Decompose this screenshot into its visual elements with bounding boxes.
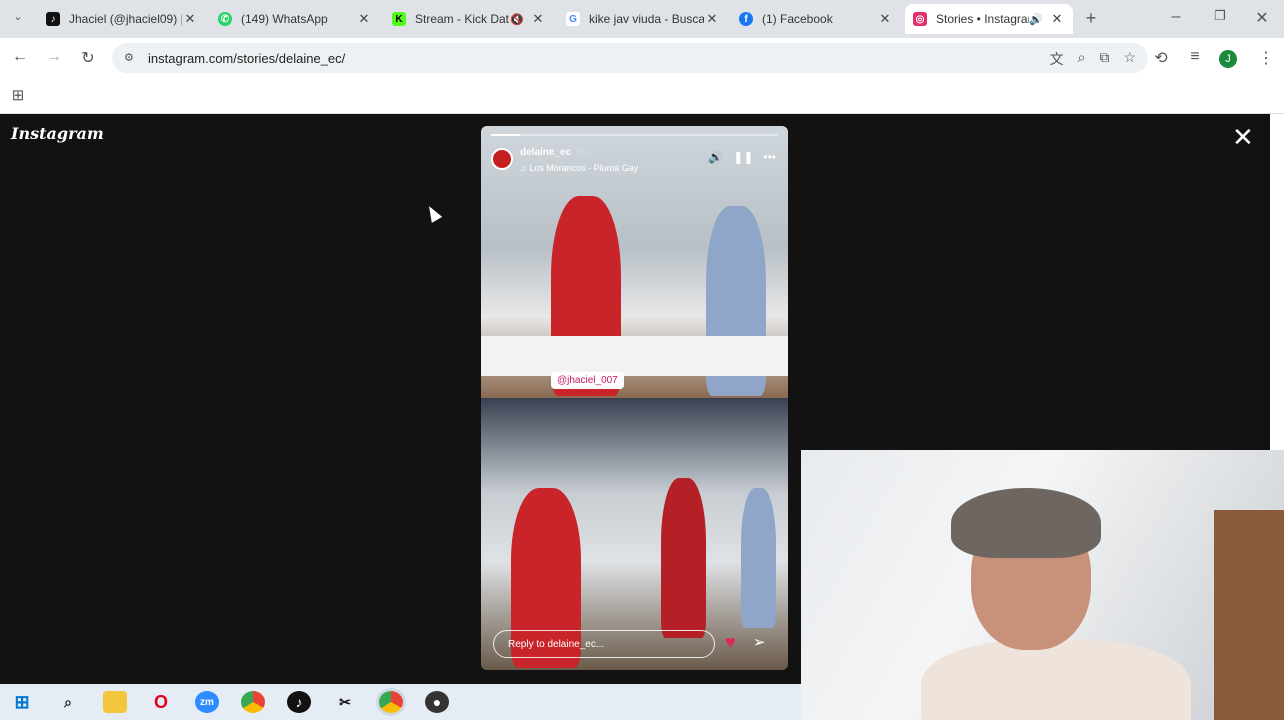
tab-tiktok[interactable]: ♪ Jhaciel (@jhaciel09) | ✕ [38, 4, 206, 34]
story-time: 1h [575, 147, 587, 158]
omnibox-actions: 文 ⌕ ⧉ ☆ [1050, 49, 1136, 69]
address-bar: ← → ↻ ⚙ instagram.com/stories/delaine_ec… [0, 38, 1284, 78]
webcam-door [1214, 510, 1284, 720]
person-red-wig-far [661, 478, 706, 638]
url-text[interactable]: instagram.com/stories/delaine_ec/ [148, 51, 345, 66]
instagram-logo[interactable]: Instagram [11, 124, 104, 143]
story-username-text[interactable]: delaine_ec [520, 147, 571, 158]
close-window-icon[interactable]: ✕ [1252, 8, 1272, 28]
tab-title: (149) WhatsApp [241, 12, 328, 26]
tiktok-icon[interactable]: ♪ [287, 691, 311, 713]
windows-icon[interactable]: ⊞ [10, 691, 34, 713]
webcam-person-shirt [921, 640, 1191, 720]
tab-kick[interactable]: K Stream - Kick Dat 🔇 ✕ [384, 4, 554, 34]
reply-input[interactable]: Reply to delaine_ec... [493, 630, 715, 658]
story-username[interactable]: delaine_ec 1h [520, 147, 586, 158]
speaker-icon[interactable]: 🔊 [1029, 13, 1043, 26]
close-icon[interactable]: ✕ [877, 11, 893, 27]
close-icon[interactable]: ✕ [704, 11, 720, 27]
tab-whatsapp[interactable]: ✆ (149) WhatsApp ✕ [210, 4, 380, 34]
kick-icon: K [392, 12, 406, 26]
table [481, 336, 788, 376]
facebook-icon: f [739, 12, 753, 26]
google-icon: G [566, 12, 580, 26]
mouse-cursor-icon [423, 203, 443, 223]
tiktok-icon: ♪ [46, 12, 60, 26]
site-info-icon[interactable]: ⚙ [124, 51, 134, 64]
tab-facebook[interactable]: f (1) Facebook ✕ [731, 4, 901, 34]
zoom-icon[interactable]: ⌕ [1078, 49, 1086, 69]
more-options-icon[interactable]: ••• [763, 150, 776, 164]
webcam-overlay [801, 450, 1284, 720]
tab-instagram-stories[interactable]: ◎ Stories • Instagram 🔊 ✕ [905, 4, 1073, 34]
translate-icon[interactable]: 文 [1050, 49, 1064, 69]
music-icon: ♫ [520, 163, 530, 173]
tab-title: Jhaciel (@jhaciel09) | [69, 12, 182, 26]
story-controls: 🔊 ❚❚ ••• [708, 150, 776, 164]
close-icon[interactable]: ✕ [1049, 11, 1065, 27]
cast-icon[interactable]: ⧉ [1099, 49, 1109, 69]
zoom-icon[interactable]: zm [195, 691, 219, 713]
story-progress-bar [491, 134, 778, 136]
pause-icon[interactable]: ❚❚ [733, 150, 753, 164]
instagram-icon: ◎ [913, 12, 927, 26]
media-control-icon[interactable]: ≡ [1185, 48, 1205, 66]
obs-icon[interactable]: ● [425, 691, 449, 713]
minimize-icon[interactable]: – [1166, 8, 1186, 26]
tab-google-search[interactable]: G kike jav viuda - Busca ✕ [558, 4, 728, 34]
bookmark-star-icon[interactable]: ☆ [1123, 49, 1136, 69]
extensions-icon[interactable]: ⟲ [1151, 48, 1171, 68]
capcut-icon[interactable]: ✂ [333, 691, 357, 713]
person-blue-dress [741, 488, 776, 628]
chrome-icon[interactable] [241, 691, 265, 713]
close-icon[interactable]: ✕ [530, 11, 546, 27]
tab-title: Stories • Instagram [936, 12, 1030, 26]
story-user-avatar[interactable] [491, 148, 513, 170]
webcam-person-hair [951, 488, 1101, 558]
menu-icon[interactable]: ⋮ [1256, 48, 1276, 68]
bookmarks-bar: ⊞ [0, 78, 1284, 114]
whatsapp-icon: ✆ [218, 12, 232, 26]
mention-sticker[interactable]: @jhaciel_007 [551, 372, 624, 389]
tab-title: kike jav viuda - Busca [589, 12, 704, 26]
reload-icon[interactable]: ↻ [78, 48, 98, 68]
story-progress-fill [491, 134, 520, 136]
chrome-profile-icon[interactable] [379, 691, 403, 713]
story-music[interactable]: ♫ Los Morancos - Pluma Gay [520, 163, 638, 173]
back-icon[interactable]: ← [10, 48, 30, 66]
tab-title: Stream - Kick Dat [415, 12, 510, 26]
tab-title: (1) Facebook [762, 12, 833, 26]
windows-taskbar: ⊞ ⌕ O zm ♪ ✂ ● [0, 684, 801, 720]
file-explorer-icon[interactable] [103, 691, 127, 713]
close-icon[interactable]: ✕ [182, 11, 198, 27]
tab-search-icon[interactable]: ⌄ [8, 10, 28, 23]
restore-icon[interactable]: ❐ [1210, 8, 1230, 24]
profile-avatar[interactable]: J [1219, 50, 1237, 68]
music-title: Los Morancos - Pluma Gay [529, 163, 639, 173]
omnibox[interactable]: ⚙ instagram.com/stories/delaine_ec/ 文 ⌕ … [112, 43, 1148, 73]
new-tab-button[interactable]: + [1081, 8, 1101, 29]
heart-icon[interactable]: ♥ [725, 632, 736, 653]
apps-grid-icon[interactable]: ⊞ [8, 86, 28, 104]
search-icon[interactable]: ⌕ [56, 691, 80, 713]
story-frame[interactable]: delaine_ec 1h ♫ Los Morancos - Pluma Gay … [481, 126, 788, 670]
tab-strip: ⌄ ♪ Jhaciel (@jhaciel09) | ✕ ✆ (149) Wha… [0, 0, 1284, 38]
muted-speaker-icon[interactable]: 🔇 [510, 13, 524, 26]
close-story-button[interactable]: ✕ [1232, 124, 1254, 150]
opera-icon[interactable]: O [149, 691, 173, 713]
close-icon[interactable]: ✕ [356, 11, 372, 27]
send-icon[interactable]: ➢ [753, 633, 766, 651]
forward-icon[interactable]: → [44, 48, 64, 66]
volume-icon[interactable]: 🔊 [708, 150, 723, 164]
